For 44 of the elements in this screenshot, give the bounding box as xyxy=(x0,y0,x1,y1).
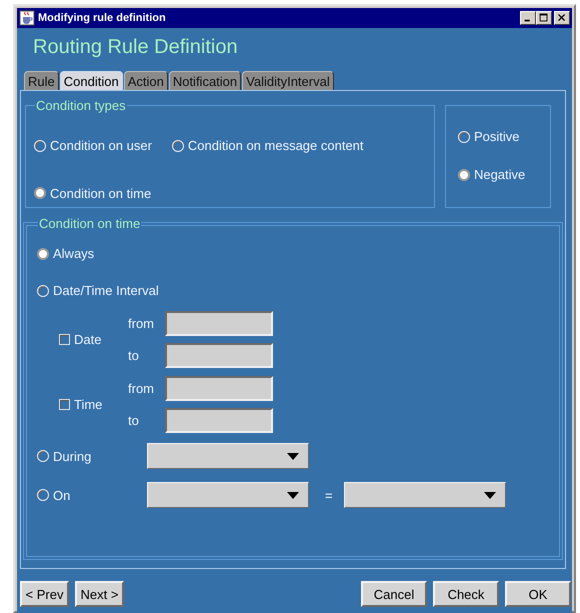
dropdown[interactable] xyxy=(344,482,506,508)
checkbox[interactable]: Time xyxy=(59,397,102,412)
radio-button[interactable]: On xyxy=(37,486,70,504)
dialog-button[interactable]: Cancel xyxy=(361,581,427,607)
dropdown[interactable] xyxy=(147,443,309,469)
checkbox[interactable]: Date xyxy=(59,332,102,347)
tab[interactable]: Rule xyxy=(24,71,59,90)
text-field[interactable] xyxy=(165,376,273,401)
tab[interactable]: ValidityInterval xyxy=(242,71,334,90)
dropdown[interactable] xyxy=(147,482,309,508)
dialog-button[interactable]: Next > xyxy=(75,581,124,607)
dialog-button[interactable]: < Prev xyxy=(20,581,69,607)
maximize-icon[interactable] xyxy=(536,11,552,25)
caret-icon xyxy=(287,492,299,498)
dialog-button[interactable]: OK xyxy=(505,581,571,607)
radio-button[interactable]: Positive xyxy=(458,128,520,145)
caret-icon xyxy=(484,492,496,498)
radio-button[interactable]: Condition on user xyxy=(34,132,152,160)
dialog-heading: Routing Rule Definition xyxy=(33,35,238,59)
field-label: to xyxy=(128,413,140,428)
tab[interactable]: Notification xyxy=(168,71,242,90)
minimize-icon[interactable] xyxy=(520,11,536,25)
radio-button[interactable]: Always xyxy=(37,245,94,262)
app-icon xyxy=(19,10,35,26)
radio-button[interactable]: Condition on time xyxy=(34,180,152,207)
field-label: from xyxy=(128,316,155,331)
field-label: to xyxy=(128,348,140,363)
group-label: Condition types xyxy=(35,98,127,113)
tab[interactable]: Condition xyxy=(60,71,123,90)
window-title: Modifying rule definition xyxy=(38,12,167,24)
field-label: from xyxy=(128,381,155,396)
group-label: Condition on time xyxy=(38,216,142,231)
caret-icon xyxy=(287,452,299,460)
equals-sign: = xyxy=(325,488,333,502)
radio-button[interactable]: Negative xyxy=(458,166,526,183)
tab[interactable]: Action xyxy=(124,71,168,90)
text-field[interactable] xyxy=(165,311,273,336)
radio-button[interactable]: Date/Time Interval xyxy=(37,282,159,299)
radio-button[interactable]: Condition on message content xyxy=(172,132,364,160)
text-field[interactable] xyxy=(165,343,273,368)
text-field[interactable] xyxy=(165,408,273,433)
close-icon[interactable] xyxy=(554,11,570,25)
dialog-button[interactable]: Check xyxy=(433,581,499,607)
radio-button[interactable]: During xyxy=(37,448,92,464)
